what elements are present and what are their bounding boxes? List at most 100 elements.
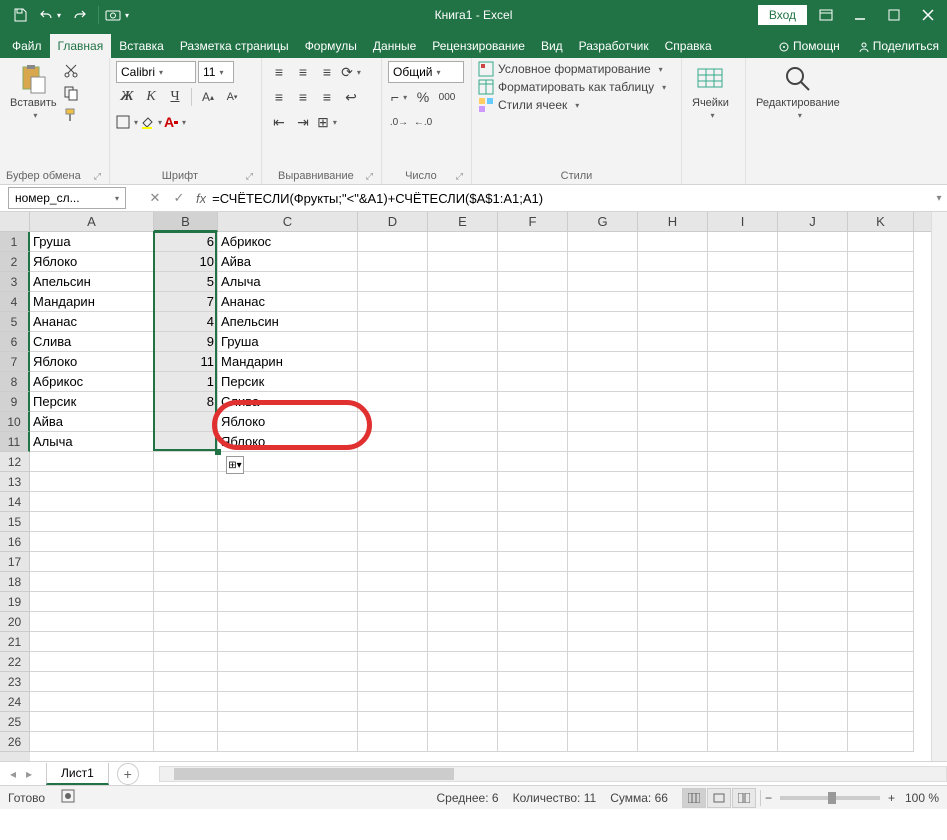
cell[interactable] xyxy=(428,232,498,252)
cell[interactable] xyxy=(358,392,428,412)
login-button[interactable]: Вход xyxy=(758,5,807,25)
cell[interactable] xyxy=(568,232,638,252)
cell[interactable] xyxy=(568,492,638,512)
cell[interactable] xyxy=(428,372,498,392)
cell[interactable] xyxy=(848,472,914,492)
cell[interactable] xyxy=(778,412,848,432)
decrease-indent-icon[interactable]: ⇤ xyxy=(268,111,290,133)
wrap-text-icon[interactable]: ↩ xyxy=(340,86,362,108)
cells-area[interactable]: Груша6АбрикосЯблоко10АйваАпельсин5АлычаМ… xyxy=(30,232,931,761)
cell[interactable] xyxy=(568,712,638,732)
cell[interactable] xyxy=(638,292,708,312)
italic-button[interactable]: К xyxy=(140,86,162,108)
cell[interactable] xyxy=(778,532,848,552)
cell[interactable]: Слива xyxy=(30,332,154,352)
cell[interactable] xyxy=(638,572,708,592)
percent-icon[interactable]: % xyxy=(412,86,434,108)
cell[interactable] xyxy=(638,232,708,252)
cell[interactable] xyxy=(708,332,778,352)
macro-recorder-icon[interactable] xyxy=(61,789,75,806)
cell[interactable] xyxy=(428,392,498,412)
column-header[interactable]: K xyxy=(848,212,914,232)
underline-button[interactable]: Ч xyxy=(164,86,186,108)
cell[interactable] xyxy=(778,672,848,692)
cell[interactable] xyxy=(154,512,218,532)
row-header[interactable]: 9 xyxy=(0,392,30,412)
cell[interactable] xyxy=(428,692,498,712)
cell[interactable] xyxy=(778,552,848,572)
cell[interactable] xyxy=(778,332,848,352)
cell[interactable] xyxy=(428,292,498,312)
cell[interactable] xyxy=(154,652,218,672)
cell[interactable] xyxy=(848,252,914,272)
cell[interactable] xyxy=(568,392,638,412)
cell[interactable] xyxy=(218,552,358,572)
cell[interactable] xyxy=(638,312,708,332)
cell[interactable] xyxy=(498,352,568,372)
row-header[interactable]: 19 xyxy=(0,592,30,612)
cell[interactable] xyxy=(428,472,498,492)
border-icon[interactable]: ▾ xyxy=(116,111,138,133)
cell[interactable] xyxy=(154,672,218,692)
cell[interactable] xyxy=(428,732,498,752)
cell[interactable] xyxy=(638,712,708,732)
cell[interactable] xyxy=(778,292,848,312)
cancel-formula-icon[interactable]: ✕ xyxy=(144,187,166,209)
cell[interactable] xyxy=(568,412,638,432)
paste-button[interactable]: Вставить ▾ xyxy=(6,61,61,122)
cell[interactable] xyxy=(218,472,358,492)
cell[interactable] xyxy=(30,452,154,472)
cell[interactable] xyxy=(848,612,914,632)
add-sheet-button[interactable]: + xyxy=(117,763,139,785)
row-headers[interactable]: 1234567891011121314151617181920212223242… xyxy=(0,232,30,761)
cell[interactable] xyxy=(638,732,708,752)
cell[interactable]: Персик xyxy=(218,372,358,392)
cell[interactable] xyxy=(568,592,638,612)
cell[interactable] xyxy=(778,492,848,512)
cell[interactable] xyxy=(358,672,428,692)
row-header[interactable]: 5 xyxy=(0,312,30,332)
merge-icon[interactable]: ⊞▾ xyxy=(316,111,338,133)
cell[interactable] xyxy=(848,512,914,532)
column-header[interactable]: H xyxy=(638,212,708,232)
cell[interactable] xyxy=(638,672,708,692)
cell[interactable] xyxy=(778,352,848,372)
cell[interactable] xyxy=(708,572,778,592)
cell[interactable] xyxy=(30,552,154,572)
cell[interactable] xyxy=(30,472,154,492)
cell[interactable] xyxy=(154,632,218,652)
cell[interactable] xyxy=(218,652,358,672)
row-header[interactable]: 18 xyxy=(0,572,30,592)
cell[interactable] xyxy=(848,652,914,672)
cell[interactable] xyxy=(498,452,568,472)
cell[interactable] xyxy=(358,512,428,532)
conditional-formatting-button[interactable]: Условное форматирование▾ xyxy=(478,61,666,77)
column-headers[interactable]: ABCDEFGHIJK xyxy=(30,212,931,232)
cell[interactable] xyxy=(708,392,778,412)
fx-icon[interactable]: fx xyxy=(196,191,206,206)
cell[interactable] xyxy=(154,692,218,712)
font-launcher[interactable]: ⤢ xyxy=(244,171,255,182)
tab-data[interactable]: Данные xyxy=(365,34,424,58)
autofill-options-icon[interactable]: ⊞▾ xyxy=(226,456,244,474)
cell[interactable] xyxy=(708,472,778,492)
fill-handle[interactable] xyxy=(215,449,221,455)
cell[interactable] xyxy=(568,292,638,312)
row-header[interactable]: 11 xyxy=(0,432,30,452)
cell[interactable] xyxy=(498,632,568,652)
cell[interactable] xyxy=(218,672,358,692)
cell[interactable] xyxy=(708,272,778,292)
select-all-corner[interactable] xyxy=(0,212,30,232)
cell[interactable] xyxy=(154,452,218,472)
row-header[interactable]: 25 xyxy=(0,712,30,732)
cell[interactable] xyxy=(638,532,708,552)
cell[interactable]: Айва xyxy=(218,252,358,272)
cell[interactable] xyxy=(358,352,428,372)
cell[interactable] xyxy=(218,712,358,732)
cell[interactable] xyxy=(708,352,778,372)
cell[interactable]: Мандарин xyxy=(30,292,154,312)
tab-home[interactable]: Главная xyxy=(50,34,112,58)
name-box[interactable]: номер_сл...▾ xyxy=(8,187,126,209)
cell[interactable]: Айва xyxy=(30,412,154,432)
align-top-icon[interactable]: ≡ xyxy=(268,61,290,83)
